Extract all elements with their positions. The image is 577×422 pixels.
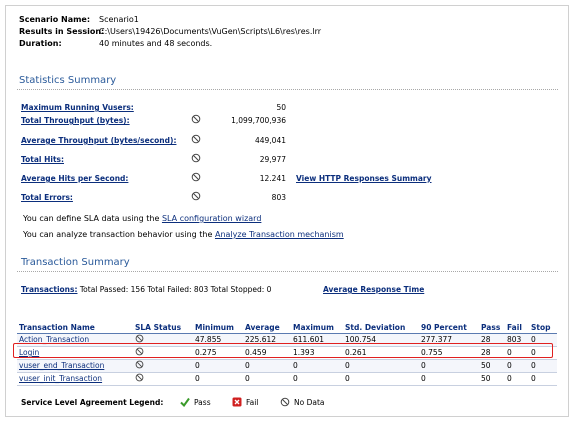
no-data-icon xyxy=(191,172,201,182)
scenario-name-value: Scenario1 xyxy=(99,15,139,24)
fail-x-icon xyxy=(232,397,242,407)
avg-hits-value: 12.241 xyxy=(259,174,286,183)
col-90-percent: 90 Percent xyxy=(419,321,479,334)
col-std-deviation: Std. Deviation xyxy=(343,321,419,334)
std-deviation-cell: 0 xyxy=(343,359,419,373)
sla-text-prefix: You can define SLA data using the xyxy=(23,214,162,223)
total-hits-label[interactable]: Total Hits: xyxy=(21,155,64,164)
col-sla-status: SLA Status xyxy=(133,321,193,334)
table-row: vuser_init_Transaction 0 0 0 0 0 50 0 0 xyxy=(17,372,557,386)
analyze-transaction-text: You can analyze transaction behavior usi… xyxy=(23,230,344,239)
sla-definition-text: You can define SLA data using the SLA co… xyxy=(23,214,261,223)
col-stop: Stop xyxy=(529,321,557,334)
no-data-icon xyxy=(191,134,201,144)
col-maximum: Maximum xyxy=(291,321,343,334)
duration-label: Duration: xyxy=(19,39,62,48)
transaction-name-link[interactable]: vuser_init_Transaction xyxy=(17,372,133,386)
max-vusers-label[interactable]: Maximum Running Vusers: xyxy=(21,103,134,112)
fail-cell: 0 xyxy=(505,359,529,373)
stop-cell: 0 xyxy=(529,359,557,373)
scenario-name-label: Scenario Name: xyxy=(19,15,91,24)
no-data-icon xyxy=(135,360,144,369)
analyze-transaction-link[interactable]: Analyze Transaction mechanism xyxy=(215,230,344,239)
average-cell: 0 xyxy=(243,359,291,373)
total-throughput-label[interactable]: Total Throughput (bytes): xyxy=(21,116,130,125)
max-vusers-value: 50 xyxy=(276,103,286,112)
pass-cell: 50 xyxy=(479,359,505,373)
duration-value: 40 minutes and 48 seconds. xyxy=(99,39,213,48)
analyze-text-prefix: You can analyze transaction behavior usi… xyxy=(23,230,215,239)
table-header-row: Transaction Name SLA Status Minimum Aver… xyxy=(17,321,557,334)
transaction-divider xyxy=(17,271,558,272)
login-row-highlight xyxy=(13,343,553,358)
sla-configuration-wizard-link[interactable]: SLA configuration wizard xyxy=(162,214,261,223)
avg-throughput-label[interactable]: Average Throughput (bytes/second): xyxy=(21,136,176,145)
fail-cell: 0 xyxy=(505,372,529,386)
minimum-cell: 0 xyxy=(193,359,243,373)
total-throughput-value: 1,099,700,936 xyxy=(231,116,286,125)
no-data-icon xyxy=(191,114,201,124)
legend-pass-label: Pass xyxy=(194,398,211,407)
total-hits-value: 29,977 xyxy=(259,155,286,164)
results-label: Results in Session: xyxy=(19,27,105,36)
maximum-cell: 0 xyxy=(291,372,343,386)
average-response-time-link[interactable]: Average Response Time xyxy=(323,285,424,294)
avg-throughput-value: 449,041 xyxy=(254,136,286,145)
sla-legend-label: Service Level Agreement Legend: xyxy=(21,398,164,407)
no-data-icon xyxy=(191,191,201,201)
no-data-icon xyxy=(135,373,144,382)
sla-status-cell xyxy=(133,372,193,386)
maximum-cell: 0 xyxy=(291,359,343,373)
sla-status-cell xyxy=(133,359,193,373)
average-cell: 0 xyxy=(243,372,291,386)
col-minimum: Minimum xyxy=(193,321,243,334)
transactions-totals-text: Total Passed: 156 Total Failed: 803 Tota… xyxy=(77,285,272,294)
minimum-cell: 0 xyxy=(193,372,243,386)
no-data-icon xyxy=(135,334,144,343)
col-fail: Fail xyxy=(505,321,529,334)
col-pass: Pass xyxy=(479,321,505,334)
avg-hits-label[interactable]: Average Hits per Second: xyxy=(21,174,128,183)
legend-nodata-label: No Data xyxy=(294,398,325,407)
total-errors-label[interactable]: Total Errors: xyxy=(21,193,73,202)
statistics-divider xyxy=(17,89,558,90)
transaction-name-link[interactable]: vuser_end_Transaction xyxy=(17,359,133,373)
transaction-summary-heading: Transaction Summary xyxy=(21,257,130,268)
p90-cell: 0 xyxy=(419,359,479,373)
statistics-heading: Statistics Summary xyxy=(19,75,117,86)
pass-cell: 50 xyxy=(479,372,505,386)
col-average: Average xyxy=(243,321,291,334)
total-errors-value: 803 xyxy=(271,193,286,202)
pass-check-icon xyxy=(180,397,190,407)
transactions-totals: Transactions: Total Passed: 156 Total Fa… xyxy=(21,285,271,294)
legend-fail-label: Fail xyxy=(246,398,259,407)
transactions-link[interactable]: Transactions: xyxy=(21,285,77,294)
no-data-icon xyxy=(280,397,290,407)
table-row: vuser_end_Transaction 0 0 0 0 0 50 0 0 xyxy=(17,359,557,373)
std-deviation-cell: 0 xyxy=(343,372,419,386)
col-transaction-name: Transaction Name xyxy=(17,321,133,334)
p90-cell: 0 xyxy=(419,372,479,386)
results-value: C:\Users\19426\Documents\VuGen\Scripts\L… xyxy=(99,27,322,36)
no-data-icon xyxy=(191,153,201,163)
view-http-responses-link[interactable]: View HTTP Responses Summary xyxy=(296,174,432,183)
stop-cell: 0 xyxy=(529,372,557,386)
